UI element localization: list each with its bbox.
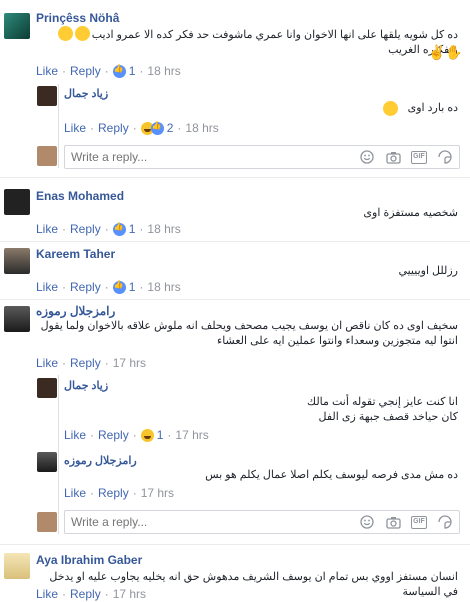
comment-body: ده مش مدى فرصه ليوسف يكلم اصلا عمال يكلم… [205,469,458,481]
gif-icon[interactable]: GIF [411,149,427,165]
sticker-icon[interactable] [437,149,453,165]
avatar[interactable] [4,189,30,215]
reaction-count[interactable]: 1 [129,222,136,236]
comment-actions: Like · Reply · 1 · 17 hrs [64,428,209,442]
comment-text: سخيف اوى ده كان ناقص ان يوسف يجيب مصحف و… [36,319,458,349]
like-reaction-icon[interactable] [112,64,126,78]
comment-actions: Like · Reply · 1 · 18 hrs [36,64,181,79]
timestamp[interactable]: 17 hrs [175,428,208,442]
comment-body-line: انا كنت عايز إنجي تقوله أنت مالك [307,396,458,408]
comment-body-line: كان حياخد قصف جبهة زى الفل [318,411,459,423]
reply-input[interactable] [65,146,325,168]
reply-input[interactable] [65,511,325,533]
timestamp[interactable]: 18 hrs [185,121,218,135]
avatar [37,512,57,532]
timestamp[interactable]: 18 hrs [147,64,180,78]
smirk-emoji-icon [75,26,90,41]
commenter-name[interactable]: Aya Ibrahim Gaber [36,553,142,567]
reply-link[interactable]: Reply [70,64,101,78]
reaction-count[interactable]: 1 [157,428,164,442]
comment-text: شخصيه مستفزة اوى [60,206,458,221]
emoji-group [58,26,90,41]
comment-actions: Like · Reply · 2 · 18 hrs [64,121,219,136]
camera-icon[interactable] [385,149,401,165]
emoji-icon[interactable] [359,149,375,165]
thread-line [58,84,59,168]
divider [0,544,470,545]
commenter-name[interactable]: Kareem Taher [36,247,115,261]
comment-body: ده كل شويه يلقها على انها الاخوان وانا ع… [91,29,458,56]
comment-actions: Like · Reply · 1 · 18 hrs [36,222,181,237]
avatar[interactable] [4,306,30,332]
avatar[interactable] [4,248,30,274]
divider [0,177,470,178]
commenter-name[interactable]: رامزجلال رموزه [36,304,115,318]
like-link[interactable]: Like [36,64,58,78]
camera-icon[interactable] [385,514,401,530]
hand-emoji-icon: ✌✋ [428,44,463,60]
reply-box: GIF [64,145,460,169]
thread-line [58,375,59,534]
like-link[interactable]: Like [36,280,58,294]
timestamp[interactable]: 17 hrs [141,486,174,500]
comment-actions: Like · Reply · 17 hrs [36,356,147,370]
reaction-count[interactable]: 2 [167,121,174,135]
reaction-count[interactable]: 1 [129,64,136,78]
reply-link[interactable]: Reply [98,486,129,500]
sticker-icon[interactable] [437,514,453,530]
reply-link[interactable]: Reply [98,428,129,442]
comment-text: ده مش مدى فرصه ليوسف يكلم اصلا عمال يكلم… [64,468,458,483]
like-link[interactable]: Like [36,587,58,601]
avatar [37,146,57,166]
like-reaction-icon[interactable] [112,222,126,236]
commenter-name[interactable]: Enas Mohamed [36,189,124,203]
commenter-name[interactable]: زياد جمال [64,87,108,100]
avatar[interactable] [4,553,30,579]
comment-actions: Like · Reply · 17 hrs [36,587,147,601]
comment-actions: Like · Reply · 17 hrs [64,486,175,500]
avatar[interactable] [37,378,57,398]
like-link[interactable]: Like [36,356,58,370]
like-reaction-icon[interactable] [112,280,126,294]
emoji-icon[interactable] [359,514,375,530]
haha-reaction-icon[interactable] [140,428,154,442]
divider [0,241,470,242]
smile-emoji-icon [383,101,398,116]
like-link[interactable]: Like [64,121,86,135]
timestamp[interactable]: 17 hrs [113,356,146,370]
divider [0,299,470,300]
avatar[interactable] [4,13,30,39]
comment-text: ده بارد اوى [64,101,458,116]
like-reaction-icon[interactable] [150,121,164,135]
comment-body: سخيف اوى ده كان ناقص ان يوسف يجيب مصحف و… [40,320,458,347]
timestamp[interactable]: 18 hrs [147,222,180,236]
commenter-name[interactable]: زياد جمال [64,379,108,392]
comment-text: رزللل اوييييي [60,264,458,279]
timestamp[interactable]: 17 hrs [113,587,146,601]
gif-icon[interactable]: GIF [411,514,427,530]
commenter-name[interactable]: رامزجلال رموزه [64,454,137,467]
commenter-name[interactable]: Prinçêss Nöhâ [36,11,119,25]
avatar[interactable] [37,86,57,106]
comment-text: ده كل شويه يلقها على انها الاخوان وانا ع… [60,28,458,58]
comment-text: كان حياخد قصف جبهة زى الفل [64,410,459,425]
reply-link[interactable]: Reply [70,356,101,370]
comment-text: انا كنت عايز إنجي تقوله أنت مالك [64,395,458,410]
comment-actions: Like · Reply · 1 · 18 hrs [36,280,181,295]
reply-link[interactable]: Reply [98,121,129,135]
reply-link[interactable]: Reply [70,280,101,294]
like-link[interactable]: Like [64,486,86,500]
reply-box: GIF [64,510,460,534]
reply-link[interactable]: Reply [70,587,101,601]
comment-body: شخصيه مستفزة اوى [363,207,458,219]
comment-body: رزللل اوييييي [398,265,458,277]
like-link[interactable]: Like [36,222,58,236]
timestamp[interactable]: 18 hrs [147,280,180,294]
laughing-emoji-icon [58,26,73,41]
avatar[interactable] [37,452,57,472]
reaction-count[interactable]: 1 [129,280,136,294]
like-link[interactable]: Like [64,428,86,442]
comment-body: ده بارد اوى [407,102,458,114]
reply-link[interactable]: Reply [70,222,101,236]
